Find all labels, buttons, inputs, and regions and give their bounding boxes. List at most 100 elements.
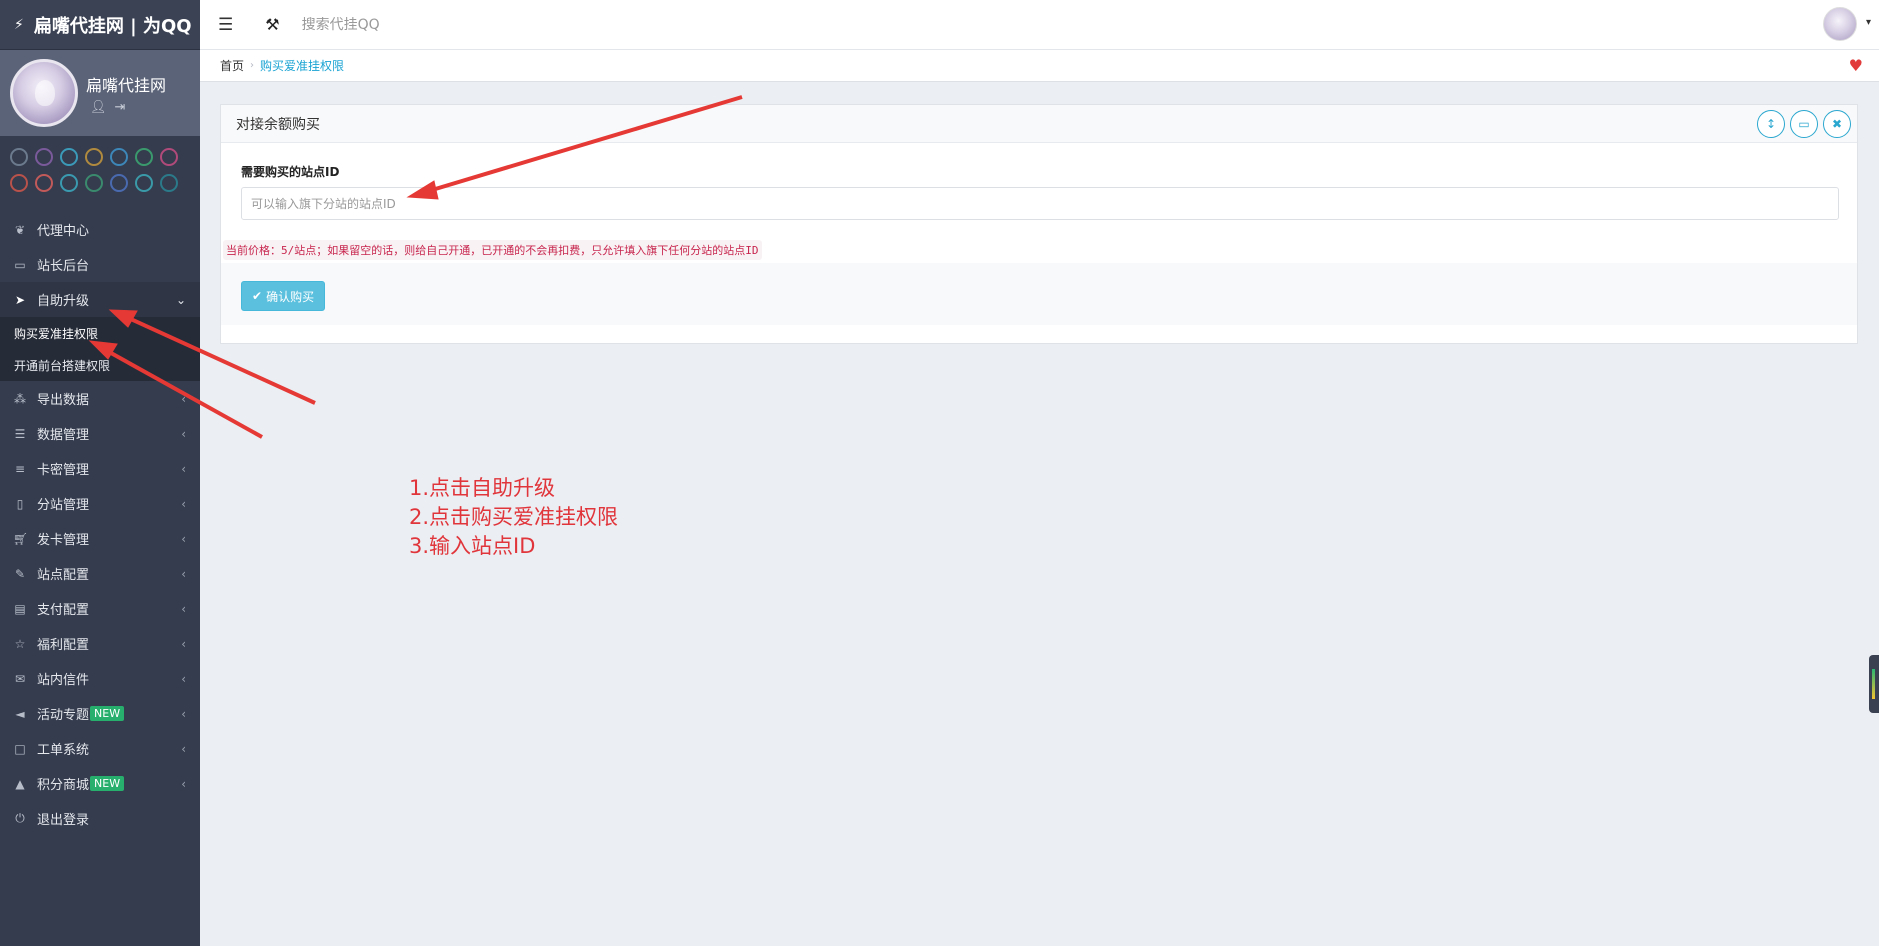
heart-icon[interactable]: ♥ <box>1849 56 1863 75</box>
sidebar-item-admin-backend[interactable]: ▭ 站长后台 <box>0 247 200 282</box>
theme-color-dot[interactable] <box>135 174 153 192</box>
file-icon: □ <box>14 741 26 756</box>
tablet-icon: ▯ <box>16 496 24 511</box>
chevron-left-icon: ‹ <box>181 706 186 721</box>
chevron-down-icon: ⌄ <box>175 292 186 307</box>
annotation-steps: 1.点击自助升级 2.点击购买爱准挂权限 3.输入站点ID <box>409 474 618 561</box>
sidebar-item-export-data[interactable]: ⁂ 导出数据 ‹ <box>0 381 200 416</box>
panel-header: 对接余额购买 ↕ ▭ ✖ <box>221 105 1857 143</box>
chevron-left-icon: ‹ <box>181 636 186 651</box>
sidebar-item-label: 分站管理 <box>37 498 90 513</box>
theme-color-dot[interactable] <box>60 148 78 166</box>
close-icon[interactable]: ✖ <box>1823 110 1851 138</box>
sidebar-item-label: 活动专题 <box>37 708 90 723</box>
side-widget-handle[interactable] <box>1869 655 1879 713</box>
submenu-self-upgrade: 购买爱准挂权限 开通前台搭建权限 <box>0 317 200 381</box>
theme-color-dot[interactable] <box>60 174 78 192</box>
new-badge: NEW <box>90 776 125 791</box>
sidebar-item-label: 退出登录 <box>37 813 90 828</box>
database-icon: ≡ <box>14 461 26 476</box>
chevron-left-icon: ‹ <box>181 566 186 581</box>
theme-color-dot[interactable] <box>110 148 128 166</box>
sidebar-item-label: 数据管理 <box>37 428 90 443</box>
sidebar: ⚡︎ 扁嘴代挂网 | 为QQ 扁嘴代挂网 👤︎ ⇥ ❦ 代理中心 ▭ 站长后台 … <box>0 0 200 946</box>
power-icon: ⏻ <box>15 811 25 825</box>
sign-out-icon[interactable]: ⇥ <box>115 100 126 115</box>
sidebar-item-card-management[interactable]: ≡ 卡密管理 ‹ <box>0 451 200 486</box>
panel-title: 对接余额购买 <box>236 116 320 133</box>
sidebar-item-ticket-system[interactable]: □ 工单系统 ‹ <box>0 731 200 766</box>
user-avatar[interactable] <box>1823 7 1857 41</box>
brand-bar[interactable]: ⚡︎ 扁嘴代挂网 | 为QQ <box>0 0 200 50</box>
sidebar-item-label: 代理中心 <box>37 224 90 239</box>
top-header: ☰ ⚒︎ ▾ <box>200 0 1879 50</box>
resize-vertical-icon[interactable]: ↕ <box>1757 110 1785 138</box>
chevron-down-icon[interactable]: ▾ <box>1866 17 1871 28</box>
sidebar-item-label: 自助升级 <box>37 294 90 309</box>
check-icon: ✔ <box>252 289 263 303</box>
sidebar-item-self-upgrade[interactable]: ➤ 自助升级 ⌄ <box>0 282 200 317</box>
theme-color-dot[interactable] <box>160 148 178 166</box>
chevron-left-icon: ‹ <box>181 531 186 546</box>
credit-card-icon: ▤ <box>14 601 26 616</box>
sidebar-item-label: 积分商城 <box>37 778 90 793</box>
profile-name: 扁嘴代挂网 <box>86 75 167 95</box>
sidebar-item-internal-mail[interactable]: ✉︎ 站内信件 ‹ <box>0 661 200 696</box>
purchase-panel: 对接余额购买 ↕ ▭ ✖ 需要购买的站点ID 当前价格：5/站点；如果留空的话，… <box>220 104 1858 344</box>
sidebar-item-card-issue[interactable]: 🛒︎ 发卡管理 ‹ <box>0 521 200 556</box>
chevron-left-icon: ‹ <box>181 776 186 791</box>
edit-icon: ✎ <box>14 566 26 581</box>
confirm-purchase-button[interactable]: ✔ 确认购买 <box>241 281 326 311</box>
site-id-input[interactable] <box>241 187 1839 220</box>
profile-avatar[interactable] <box>10 59 78 127</box>
sidebar-item-label: 发卡管理 <box>37 533 90 548</box>
theme-color-dot[interactable] <box>10 148 28 166</box>
sidebar-item-payment-config[interactable]: ▤ 支付配置 ‹ <box>0 591 200 626</box>
bullhorn-icon: ◄ <box>15 706 25 721</box>
theme-color-dot[interactable] <box>110 174 128 192</box>
sidebar-subitem-open-frontend[interactable]: 开通前台搭建权限 <box>0 349 200 381</box>
annotation-step: 3.输入站点ID <box>409 534 536 558</box>
tools-icon[interactable]: ⚒︎ <box>265 15 279 34</box>
sidebar-item-data-management[interactable]: ☰ 数据管理 ‹ <box>0 416 200 451</box>
sidebar-item-points-mall[interactable]: ▲ 积分商城 NEW ‹ <box>0 766 200 801</box>
chevron-left-icon: ‹ <box>181 461 186 476</box>
hamburger-menu-icon[interactable]: ☰ <box>218 15 233 35</box>
leaf-icon: ❦ <box>14 222 26 237</box>
user-profile: 扁嘴代挂网 👤︎ ⇥ <box>0 50 200 136</box>
theme-color-dot[interactable] <box>35 174 53 192</box>
breadcrumb-home[interactable]: 首页 <box>220 57 244 74</box>
sidebar-item-label: 站内信件 <box>37 673 90 688</box>
search-input[interactable] <box>301 16 602 33</box>
sidebar-item-label: 站长后台 <box>37 259 90 274</box>
chevron-left-icon: ‹ <box>181 671 186 686</box>
theme-color-dot[interactable] <box>135 148 153 166</box>
panel-tools: ↕ ▭ ✖ <box>1757 110 1851 138</box>
cart-icon: 🛒︎ <box>13 531 29 546</box>
chevron-right-icon: › <box>250 60 255 71</box>
theme-color-dot[interactable] <box>10 174 28 192</box>
chevron-left-icon: ‹ <box>181 496 186 511</box>
user-icon[interactable]: 👤︎ <box>90 100 107 115</box>
profile-actions: 👤︎ ⇥ <box>86 100 166 115</box>
desktop-icon[interactable]: ▭ <box>1790 110 1818 138</box>
sidebar-item-logout[interactable]: ⏻ 退出登录 <box>0 801 200 836</box>
sidebar-item-site-config[interactable]: ✎ 站点配置 ‹ <box>0 556 200 591</box>
sidebar-item-agent-center[interactable]: ❦ 代理中心 <box>0 212 200 247</box>
annotation-step: 1.点击自助升级 <box>409 476 556 500</box>
sidebar-item-label: 工单系统 <box>37 743 90 758</box>
theme-color-dot[interactable] <box>85 148 103 166</box>
theme-picker <box>0 136 200 198</box>
sidebar-item-label: 站点配置 <box>37 568 90 583</box>
theme-color-dot[interactable] <box>85 174 103 192</box>
sidebar-item-welfare-config[interactable]: ☆ 福利配置 ‹ <box>0 626 200 661</box>
theme-color-dot[interactable] <box>35 148 53 166</box>
chevron-left-icon: ‹ <box>181 391 186 406</box>
site-id-label: 需要购买的站点ID <box>241 165 340 179</box>
sidebar-subitem-buy-permission[interactable]: 购买爱准挂权限 <box>0 317 200 349</box>
theme-color-dot[interactable] <box>160 174 178 192</box>
sidebar-item-label: 福利配置 <box>37 638 90 653</box>
sidebar-nav: ❦ 代理中心 ▭ 站长后台 ➤ 自助升级 ⌄ 购买爱准挂权限 开通前台搭建权限 … <box>0 212 200 836</box>
sidebar-item-activity-topic[interactable]: ◄ 活动专题 NEW ‹ <box>0 696 200 731</box>
sidebar-item-substation-management[interactable]: ▯ 分站管理 ‹ <box>0 486 200 521</box>
